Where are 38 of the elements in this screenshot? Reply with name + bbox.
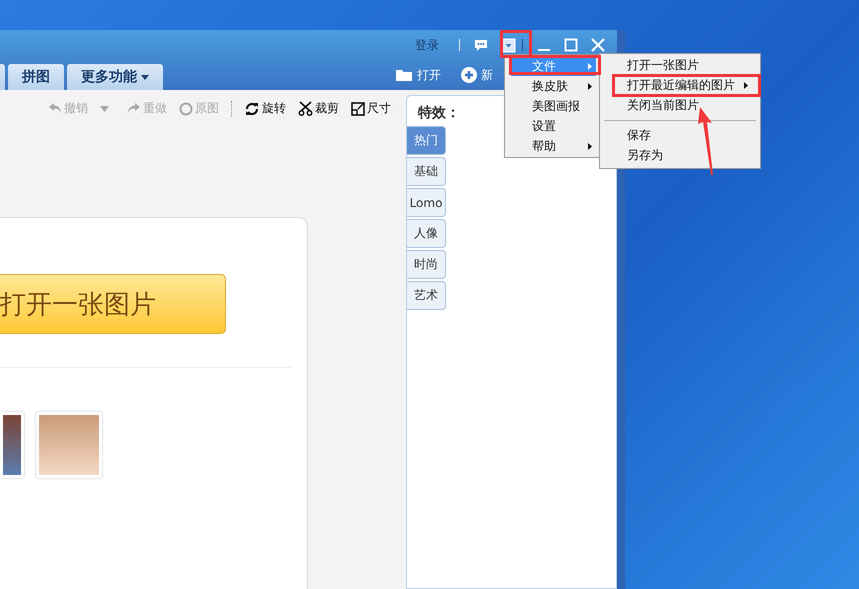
effect-category-tab[interactable]: Lomo [407, 188, 446, 217]
undo-arrow-icon [48, 102, 62, 115]
menu-item[interactable]: 打开一张图片 [600, 55, 760, 75]
annotation-arrow [698, 107, 713, 175]
rotate-icon [244, 102, 260, 116]
quick-action-button[interactable]: 打开 [395, 66, 441, 84]
caret-icon [141, 74, 149, 80]
maximize-icon[interactable] [564, 38, 578, 52]
menu-item[interactable]: 另存为 [600, 145, 760, 165]
effect-category-tab[interactable]: 艺术 [407, 281, 446, 310]
crop-button[interactable]: 裁剪 [298, 100, 339, 117]
photo-placeholder[interactable] [0, 412, 24, 478]
effect-category-tab[interactable]: 人像 [407, 219, 446, 248]
folder-icon [395, 68, 413, 82]
menu-item[interactable]: 换皮肤 [511, 76, 596, 96]
close-icon[interactable] [591, 38, 605, 52]
resize-button[interactable]: 尺寸 [351, 100, 391, 117]
rotate-button[interactable]: 旋转 [244, 100, 286, 117]
circle-icon [179, 102, 193, 116]
login-link[interactable]: 登录 [415, 36, 439, 54]
tab[interactable]: 拼图 [8, 64, 64, 90]
menu-item[interactable]: 美图画报 [511, 96, 596, 116]
resize-icon [351, 102, 365, 116]
menu-item[interactable]: 关闭当前图片 [600, 95, 760, 115]
scissors-icon [298, 101, 313, 116]
quick-action-button[interactable]: 新 [461, 66, 493, 84]
tab[interactable]: 更多功能 [67, 64, 163, 90]
open-image-button[interactable]: 打开一张图片 [0, 274, 226, 334]
chat-icon[interactable] [474, 38, 488, 52]
menu-item[interactable]: 设置 [511, 116, 596, 136]
menu-dropdown-icon[interactable] [501, 38, 516, 52]
menu-item[interactable]: 帮助 [511, 136, 596, 156]
effect-category-tab[interactable]: 基础 [407, 157, 446, 186]
menu-item[interactable]: 保存 [600, 125, 760, 145]
panel-title: 特效： [418, 104, 460, 122]
plus-icon [461, 67, 477, 83]
effect-category-tab[interactable]: 时尚 [407, 250, 446, 279]
redo-arrow-icon [127, 102, 141, 115]
